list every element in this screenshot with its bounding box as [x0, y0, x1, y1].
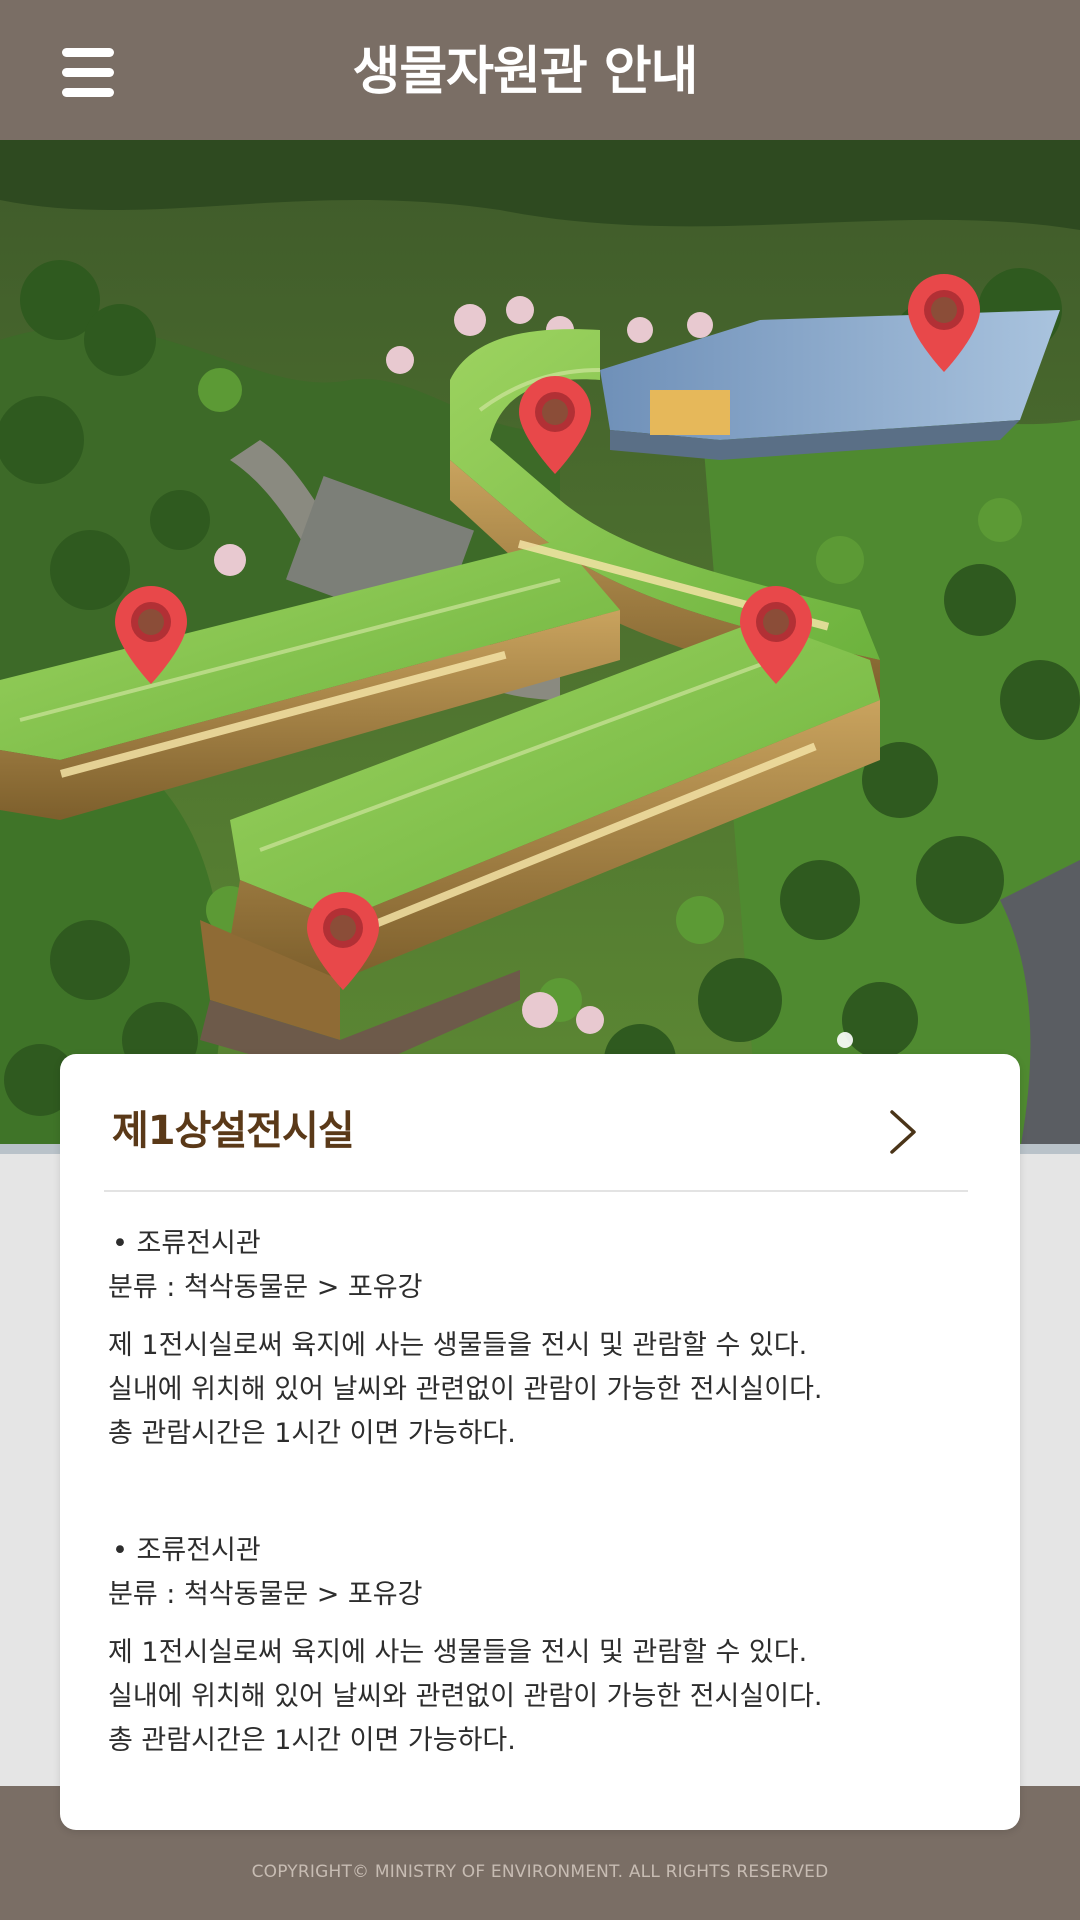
section-category: 분류 : 척삭동물문 > 포유강 [108, 1272, 423, 1303]
page-title: 생물자원관 안내 [352, 42, 699, 102]
description-line: 실내에 위치해 있어 날씨와 관련없이 관람이 가능한 전시실이다. [108, 1374, 823, 1405]
map-pin-4[interactable] [738, 584, 814, 686]
map-pin-1[interactable] [906, 272, 982, 374]
map-pin-2[interactable] [517, 374, 593, 476]
map-pin-3[interactable] [113, 584, 189, 686]
chevron-right-icon[interactable] [880, 1104, 926, 1160]
section-description: 제 1전시실로써 육지에 사는 생물들을 전시 및 관람할 수 있다. 실내에 … [108, 1324, 968, 1456]
description-line: 제 1전시실로써 육지에 사는 생물들을 전시 및 관람할 수 있다. [108, 1330, 808, 1361]
section-name: • 조류전시관 [112, 1228, 261, 1259]
exhibit-info-card: 제1상설전시실 • 조류전시관 분류 : 척삭동물문 > 포유강 제 1전시실로… [60, 1054, 1020, 1830]
description-line: 실내에 위치해 있어 날씨와 관련없이 관람이 가능한 전시실이다. [108, 1681, 823, 1712]
map-pin-5[interactable] [305, 890, 381, 992]
card-title[interactable]: 제1상설전시실 [112, 1098, 355, 1156]
app-header: 생물자원관 안내 [0, 0, 1080, 140]
description-line: 총 관람시간은 1시간 이면 가능하다. [108, 1418, 516, 1449]
description-line: 제 1전시실로써 육지에 사는 생물들을 전시 및 관람할 수 있다. [108, 1637, 808, 1668]
description-line: 총 관람시간은 1시간 이면 가능하다. [108, 1725, 516, 1756]
section-description: 제 1전시실로써 육지에 사는 생물들을 전시 및 관람할 수 있다. 실내에 … [108, 1631, 968, 1763]
exhibit-section-2: • 조류전시관 분류 : 척삭동물문 > 포유강 제 1전시실로써 육지에 사는… [108, 1529, 968, 1763]
section-name: • 조류전시관 [112, 1535, 261, 1566]
section-category: 분류 : 척삭동물문 > 포유강 [108, 1579, 423, 1610]
exhibit-section-1: • 조류전시관 분류 : 척삭동물문 > 포유강 제 1전시실로써 육지에 사는… [108, 1222, 968, 1456]
copyright-text: COPYRIGHT© MINISTRY OF ENVIRONMENT. ALL … [251, 1862, 829, 1882]
card-divider [104, 1190, 968, 1192]
facility-aerial-map[interactable] [0, 140, 1080, 1150]
